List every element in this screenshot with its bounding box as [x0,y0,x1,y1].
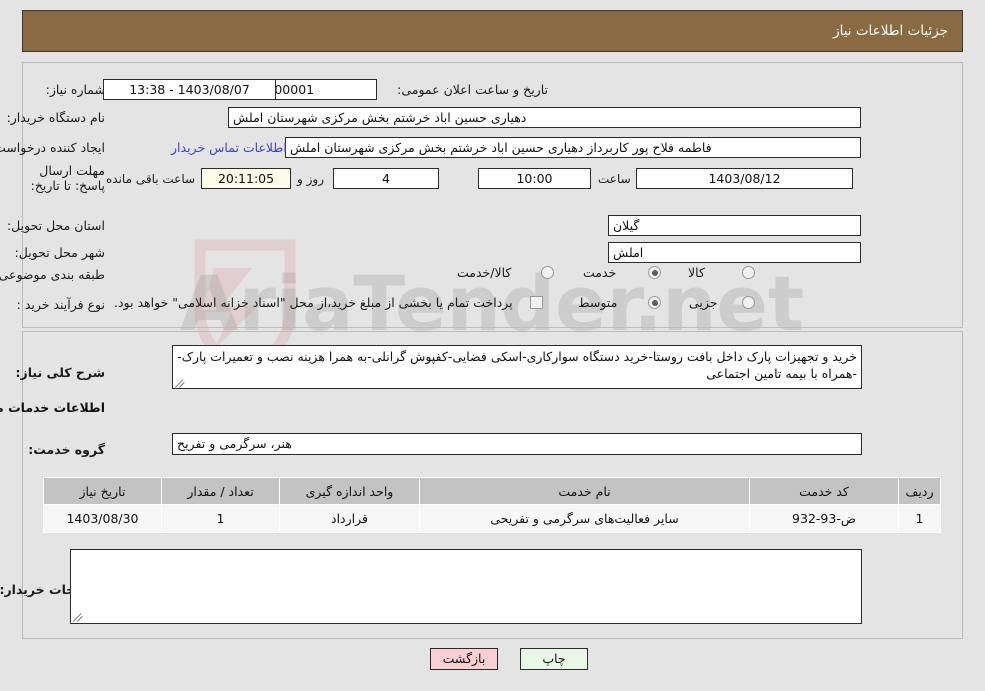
td-qty: 1 [161,504,280,533]
services-section-title: اطلاعات خدمات مورد نیاز [0,400,105,415]
remaining-days-label: روز و [297,172,324,186]
td-unit: قرارداد [279,504,420,533]
process-label: نوع فرآیند خرید : [16,297,105,312]
process-radio-motavaset[interactable] [648,296,661,309]
category-radio-kala[interactable] [742,266,755,279]
td-name: سایر فعالیت‌های سرگرمی و تفریحی [419,504,750,533]
remaining-days-field[interactable]: 4 [333,168,439,189]
treasury-checkbox[interactable] [530,296,543,309]
province-label: استان محل تحویل: [6,218,105,233]
province-field[interactable]: گیلان [608,215,861,236]
page-root: AriaTender.net جزئیات اطلاعات نیاز شماره… [0,0,985,691]
category-radio-khedmat-label: خدمت [583,265,617,280]
general-desc-label: شرح کلی نیاز: [15,365,105,380]
city-label: شهر محل تحویل: [14,245,105,260]
city-field[interactable]: املش [608,242,861,263]
category-radio-kala-khedmat-label: کالا/خدمت [457,265,512,280]
deadline-label: مهلت ارسال پاسخ: تا تاریخ: [30,163,105,193]
service-group-label: گروه خدمت: [28,442,105,457]
th-name: نام خدمت [419,477,750,505]
td-code: ض-93-932 [749,504,899,533]
category-radio-kala-khedmat[interactable] [541,266,554,279]
table-row: 1 ض-93-932 سایر فعالیت‌های سرگرمی و تفری… [43,504,941,533]
announce-datetime-field[interactable]: 1403/08/07 - 13:38 [103,79,276,100]
deadline-time-field[interactable]: 10:00 [478,168,591,189]
buyer-contact-link[interactable]: اطلاعات تماس خریدار [171,140,287,155]
print-button[interactable]: چاپ [520,648,588,670]
category-label: طبقه بندی موضوعی: [0,267,105,282]
td-row: 1 [898,504,941,533]
th-date: تاریخ نیاز [43,477,162,505]
services-table: ردیف کد خدمت نام خدمت واحد اندازه گیری ت… [43,477,941,533]
services-table-wrap: ردیف کد خدمت نام خدمت واحد اندازه گیری ت… [43,477,941,533]
category-radio-khedmat[interactable] [648,266,661,279]
creator-label: ایجاد کننده درخواست: [0,140,105,155]
creator-field[interactable]: فاطمه فلاح پور کاربرداز دهیاری حسین اباد… [285,137,861,158]
remaining-clock-field: 20:11:05 [201,168,291,189]
th-row: ردیف [898,477,941,505]
general-desc-textarea[interactable]: خرید و تجهیزات پارک داخل بافت روستا-خرید… [172,345,862,389]
need-number-label: شماره نیاز: [45,82,105,97]
process-radio-jozee-label: جزیی [689,295,718,310]
page-header: جزئیات اطلاعات نیاز [22,10,963,52]
deadline-hour-label: ساعت [598,172,631,186]
th-code: کد خدمت [749,477,899,505]
announce-datetime-label: تاریخ و ساعت اعلان عمومی: [397,82,548,97]
buyer-notes-textarea[interactable] [70,549,862,624]
buyer-org-label: نام دستگاه خریدار: [6,110,105,125]
table-header-row: ردیف کد خدمت نام خدمت واحد اندازه گیری ت… [43,477,941,505]
deadline-date-field[interactable]: 1403/08/12 [636,168,853,189]
treasury-checkbox-label: پرداخت تمام یا بخشی از مبلغ خرید،از محل … [114,295,513,310]
divider-1 [22,327,963,328]
page-title: جزئیات اطلاعات نیاز [833,23,948,39]
service-group-field[interactable]: هنر، سرگرمی و تفریح [172,433,862,455]
category-radio-kala-label: کالا [688,265,705,280]
td-date: 1403/08/30 [43,504,162,533]
remaining-clock-label: ساعت باقی مانده [106,172,196,186]
details-panel [22,62,963,327]
th-unit: واحد اندازه گیری [279,477,420,505]
process-radio-jozee[interactable] [742,296,755,309]
divider-2 [22,331,963,332]
buyer-org-field[interactable]: دهیاری حسین اباد خرشتم بخش مرکزی شهرستان… [228,107,861,128]
back-button[interactable]: بازگشت [430,648,498,670]
process-radio-motavaset-label: متوسط [578,295,618,310]
th-qty: تعداد / مقدار [161,477,280,505]
